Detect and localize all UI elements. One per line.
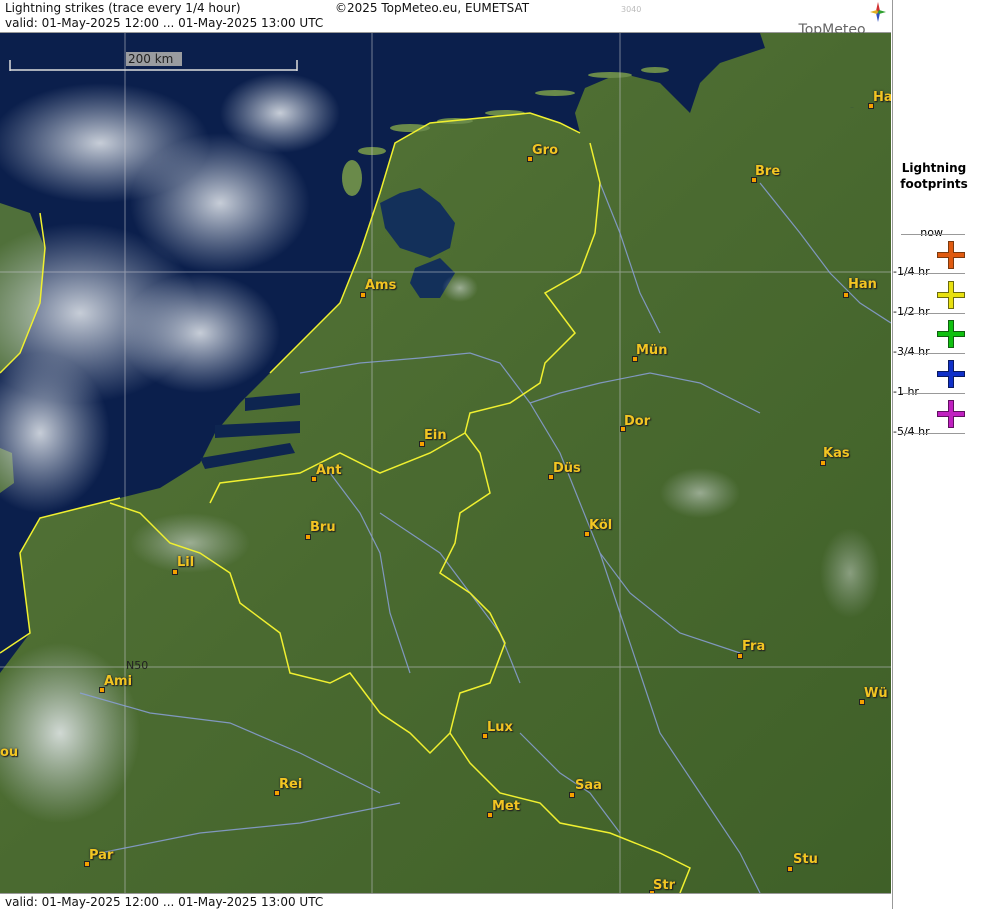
map-canvas xyxy=(0,33,891,893)
city-label-saa: Saa xyxy=(575,778,602,793)
legend-label: now xyxy=(920,226,943,239)
legend-title-line1: Lightning xyxy=(901,161,967,175)
city-marker xyxy=(843,292,849,298)
legend-divider xyxy=(901,393,965,394)
city-label-lux: Lux xyxy=(487,720,513,735)
legend-row-five-quarter: -5/4 hr xyxy=(893,425,979,465)
legend-row-one-hour: -1 hr xyxy=(893,385,979,428)
city-label-ams: Ams xyxy=(365,278,397,293)
topmeteo-logo[interactable]: TopMeteo xyxy=(799,2,886,38)
legend-row-three-quarter: -3/4 hr xyxy=(893,345,979,388)
city-label-gro: Gro xyxy=(532,143,559,158)
city-label-ant: Ant xyxy=(316,463,342,478)
city-label-bou: ou xyxy=(0,745,19,760)
city-label-bre: Bre xyxy=(755,164,781,179)
city-label-rei: Rei xyxy=(279,777,303,792)
city-label-wu: Wü xyxy=(864,686,888,701)
city-label-ami: Ami xyxy=(104,674,133,689)
grid-label-n50: N50 xyxy=(126,659,149,672)
legend-row-now: now xyxy=(893,226,979,269)
legend-divider xyxy=(901,353,965,354)
map-header: Lightning strikes (trace every 1/4 hour)… xyxy=(0,0,891,38)
city-label-str: Str xyxy=(653,878,675,893)
city-label-lil: Lil xyxy=(177,555,195,570)
city-label-ein: Ein xyxy=(424,428,447,443)
map-title: Lightning strikes (trace every 1/4 hour) xyxy=(5,1,241,15)
legend-label: -3/4 hr xyxy=(893,345,930,358)
city-label-fra: Fra xyxy=(742,639,766,654)
legend-label: -1/2 hr xyxy=(893,305,930,318)
city-label-ha: Ha xyxy=(873,90,891,105)
legend-divider xyxy=(901,433,965,434)
city-label-par: Par xyxy=(89,848,114,863)
city-label-han: Han xyxy=(848,277,877,292)
compass-star-icon xyxy=(870,2,886,22)
legend-divider xyxy=(901,234,965,235)
valid-time-header: valid: 01-May-2025 12:00 ... 01-May-2025… xyxy=(5,16,324,30)
satellite-map[interactable]: 200 km N50 Gro Bre Ha Ams Han Mün Dor Ei… xyxy=(0,33,891,893)
city-label-kol: Köl xyxy=(589,518,613,533)
city-label-kas: Kas xyxy=(823,446,850,461)
city-label-bru: Bru xyxy=(310,520,336,535)
city-label-dor: Dor xyxy=(624,414,651,429)
legend-divider xyxy=(901,313,965,314)
legend-divider xyxy=(901,273,965,274)
legend-label: -1/4 hr xyxy=(893,265,930,278)
city-label-dus: Düs xyxy=(553,461,581,476)
city-label-met: Met xyxy=(492,799,520,814)
legend-label: -1 hr xyxy=(893,385,919,398)
city-label-mun: Mün xyxy=(636,343,668,358)
legend-title: Lightning footprints xyxy=(893,160,975,192)
copyright-text: ©2025 TopMeteo.eu, EUMETSAT xyxy=(335,1,530,15)
city-label-stu: Stu xyxy=(793,852,818,867)
map-footer: valid: 01-May-2025 12:00 ... 01-May-2025… xyxy=(0,893,891,910)
legend-title-line2: footprints xyxy=(900,177,968,191)
legend-panel: Lightning footprints now -1/4 hr -1/2 hr… xyxy=(892,0,983,909)
legend-row-half: -1/2 hr xyxy=(893,305,979,348)
valid-time-footer: valid: 01-May-2025 12:00 ... 01-May-2025… xyxy=(5,895,324,909)
scale-bar-label: 200 km xyxy=(128,52,174,66)
image-code: 3040 xyxy=(621,5,642,14)
legend-label: -5/4 hr xyxy=(893,425,930,438)
legend-row-quarter: -1/4 hr xyxy=(893,265,979,309)
